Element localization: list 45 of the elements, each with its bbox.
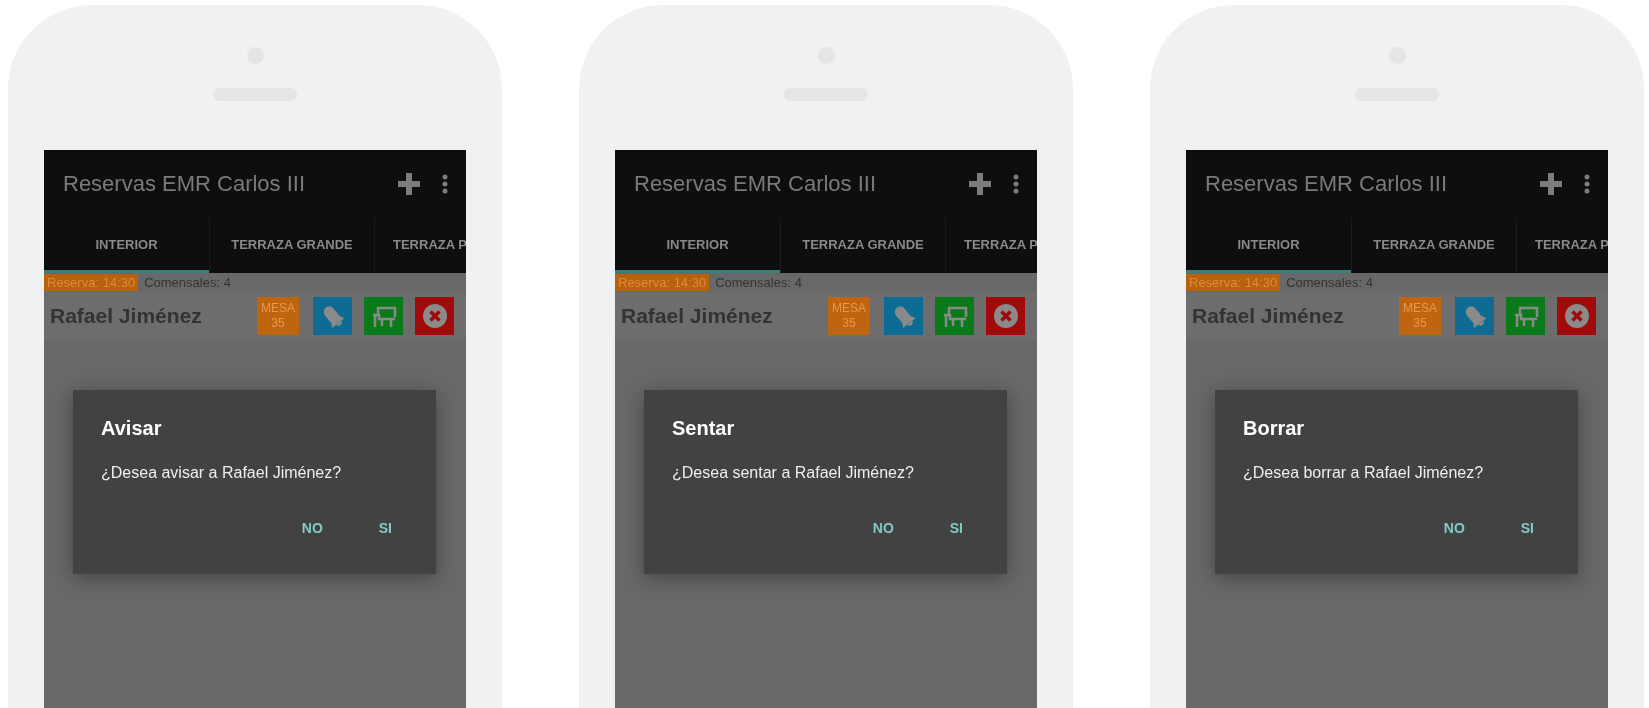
dialog-title: Sentar — [672, 417, 735, 440]
close-icon — [421, 303, 448, 329]
dialog-button[interactable]: SI — [1512, 516, 1542, 540]
dialog-message: ¿Desea borrar a Rafael Jiménez? — [1243, 464, 1484, 482]
table-label: MESA — [832, 301, 866, 316]
seat-button[interactable] — [935, 297, 974, 335]
table-number: 35 — [271, 316, 285, 331]
guest-name: Rafael Jiménez — [1192, 304, 1345, 328]
plus-icon — [1540, 173, 1562, 195]
dialog-button[interactable]: NO — [293, 516, 331, 540]
app-title: Reservas EMR Carlos III — [1205, 171, 1449, 197]
close-icon — [1563, 303, 1590, 329]
armchair-icon — [1512, 304, 1539, 328]
dialog-message: ¿Desea avisar a Rafael Jiménez? — [101, 464, 342, 482]
app-title: Reservas EMR Carlos III — [634, 171, 878, 197]
more-icon — [1013, 174, 1019, 194]
plus-icon — [398, 173, 420, 195]
armchair-icon — [370, 304, 397, 328]
dialog-button[interactable]: SI — [370, 516, 400, 540]
guest-name: Rafael Jiménez — [50, 304, 203, 328]
plus-icon — [969, 173, 991, 195]
dialog-button[interactable]: SI — [941, 516, 971, 540]
notify-button[interactable] — [1455, 297, 1494, 335]
delete-button[interactable] — [986, 297, 1025, 335]
close-icon — [992, 303, 1019, 329]
table-number: 35 — [842, 316, 856, 331]
app-title: Reservas EMR Carlos III — [63, 171, 307, 197]
delete-button[interactable] — [415, 297, 454, 335]
more-icon — [1584, 174, 1590, 194]
dialog-title: Avisar — [101, 417, 162, 440]
guest-name: Rafael Jiménez — [621, 304, 774, 328]
more-icon — [442, 174, 448, 194]
dialog-title: Borrar — [1243, 417, 1305, 440]
table-label: MESA — [261, 301, 295, 316]
table-label: MESA — [1403, 301, 1437, 316]
seat-button[interactable] — [364, 297, 403, 335]
notify-button[interactable] — [313, 297, 352, 335]
seat-button[interactable] — [1506, 297, 1545, 335]
dialog-message: ¿Desea sentar a Rafael Jiménez? — [672, 464, 914, 482]
table-number: 35 — [1413, 316, 1427, 331]
dialog-button[interactable]: NO — [864, 516, 902, 540]
notify-button[interactable] — [884, 297, 923, 335]
armchair-icon — [941, 304, 968, 328]
dialog-button[interactable]: NO — [1435, 516, 1473, 540]
delete-button[interactable] — [1557, 297, 1596, 335]
